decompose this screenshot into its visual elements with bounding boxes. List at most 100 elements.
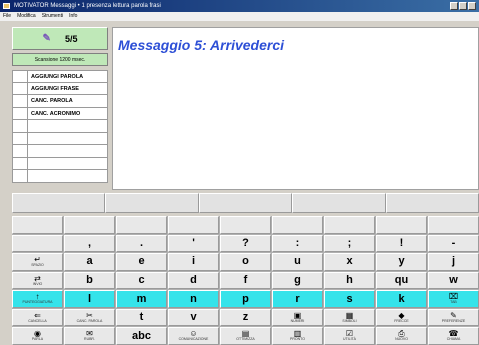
key-g[interactable]: g <box>272 271 323 290</box>
key-caption: Parla <box>31 337 44 342</box>
key-qu[interactable]: qu <box>376 271 427 290</box>
key-pronto[interactable]: ▥ Pronto <box>272 327 323 345</box>
command-row[interactable]: CANC. PAROLA <box>12 95 108 108</box>
key-w[interactable]: w <box>428 271 479 290</box>
window-controls <box>450 2 476 10</box>
command-row[interactable] <box>12 120 108 133</box>
key-spazio[interactable]: ↵ Spazio <box>12 253 63 271</box>
word-prediction-bar <box>12 193 479 213</box>
key-s[interactable]: s <box>324 290 375 308</box>
command-delete-acronym[interactable]: CANC. ACRONIMO <box>28 107 108 119</box>
key-preferenze[interactable]: ✎ Preferenze <box>428 308 479 327</box>
key-char: d <box>190 273 197 286</box>
key-v[interactable]: v <box>168 308 219 327</box>
key-nuovo[interactable]: ⎙ Nuovo <box>376 327 427 345</box>
command-row[interactable]: CANC. ACRONIMO <box>12 107 108 120</box>
key-caption: Canc. parola <box>76 318 103 323</box>
key-b[interactable]: b <box>64 271 115 290</box>
menu-strumenti[interactable]: Strumenti <box>42 12 63 21</box>
key-l[interactable]: l <box>64 290 115 308</box>
command-row[interactable]: AGGIUNGI PAROLA <box>12 70 108 83</box>
command-empty[interactable] <box>28 120 108 132</box>
command-row[interactable] <box>12 170 108 183</box>
key-ottimizza[interactable]: ▤ Ottimizza <box>220 327 271 345</box>
command-empty[interactable] <box>28 157 108 169</box>
prediction-cell[interactable] <box>292 193 386 213</box>
command-add-phrase[interactable]: AGGIUNGI FRASE <box>28 82 108 94</box>
menu-file[interactable]: File <box>3 12 11 21</box>
key-x[interactable]: x <box>324 253 375 271</box>
key-;[interactable]: ; <box>324 234 375 253</box>
key-char: y <box>398 255 405 268</box>
maximize-button[interactable] <box>459 2 467 10</box>
key-char: . <box>139 236 144 249</box>
key-d[interactable]: d <box>168 271 219 290</box>
key-z[interactable]: z <box>220 308 271 327</box>
menu-info[interactable]: Info <box>69 12 77 21</box>
key-rubr-[interactable]: ✉ Rubr. <box>64 327 115 345</box>
key-![interactable]: ! <box>376 234 427 253</box>
key-f[interactable]: f <box>220 271 271 290</box>
key-e[interactable]: e <box>116 253 167 271</box>
app-icon <box>3 3 10 9</box>
key-canc-parola[interactable]: ✂ Canc. parola <box>64 308 115 327</box>
prediction-cell[interactable] <box>198 193 293 213</box>
key-caption: Spazio <box>31 263 44 268</box>
key--[interactable]: - <box>428 234 479 253</box>
key-char: ? <box>242 236 249 249</box>
menu-bar: File Modifica Strumenti Info <box>0 12 479 21</box>
key-p[interactable]: p <box>220 290 271 308</box>
key-u[interactable]: u <box>272 253 323 271</box>
key-h[interactable]: h <box>324 271 375 290</box>
key-t[interactable]: t <box>116 308 167 327</box>
command-row[interactable]: AGGIUNGI FRASE <box>12 82 108 95</box>
key-o[interactable]: o <box>220 253 271 271</box>
menu-modifica[interactable]: Modifica <box>17 12 36 21</box>
key-char: : <box>295 236 300 249</box>
message-text-area[interactable]: Messaggio 5: Arrivederci <box>112 27 479 190</box>
key-n[interactable]: n <box>168 290 219 308</box>
key-tab[interactable]: ⌧ Tab <box>428 290 479 308</box>
minimize-button[interactable] <box>450 2 458 10</box>
key-:[interactable]: : <box>272 234 323 253</box>
key-abc[interactable]: abc <box>116 327 167 345</box>
key-?[interactable]: ? <box>220 234 271 253</box>
command-row[interactable] <box>12 157 108 170</box>
key-'[interactable]: ' <box>168 234 219 253</box>
key-blank[interactable] <box>12 234 63 253</box>
command-empty[interactable] <box>28 170 108 182</box>
command-empty[interactable] <box>28 132 108 144</box>
key-cancella[interactable]: ⇐ Cancella <box>12 308 63 327</box>
prediction-cell[interactable] <box>385 193 479 213</box>
command-delete-word[interactable]: CANC. PAROLA <box>28 95 108 107</box>
key-y[interactable]: y <box>376 253 427 271</box>
close-button[interactable] <box>468 2 476 10</box>
key-a[interactable]: a <box>64 253 115 271</box>
key-.[interactable]: . <box>116 234 167 253</box>
key-char: ; <box>347 236 352 249</box>
command-empty[interactable] <box>28 145 108 157</box>
key-i[interactable]: i <box>168 253 219 271</box>
key-frecce[interactable]: ◆ Frecce <box>376 308 427 327</box>
key-comunicazione[interactable]: ☺ Comunicazione <box>168 327 219 345</box>
key-parla[interactable]: ◉ Parla <box>12 327 63 345</box>
key-punteggiatura[interactable]: ↑ Punteggiatura <box>12 290 63 308</box>
key-utilit-[interactable]: ☑ Utilità <box>324 327 375 345</box>
command-row[interactable] <box>12 132 108 145</box>
key-m[interactable]: m <box>116 290 167 308</box>
key-k[interactable]: k <box>376 290 427 308</box>
prediction-cell[interactable] <box>12 193 106 213</box>
command-add-word[interactable]: AGGIUNGI PAROLA <box>28 71 108 82</box>
keyboard-blank-key <box>428 216 479 234</box>
key-invio[interactable]: ⇄ Invio <box>12 271 63 290</box>
key-r[interactable]: r <box>272 290 323 308</box>
key-simboli[interactable]: ▦ Simboli <box>324 308 375 327</box>
key-j[interactable]: j <box>428 253 479 271</box>
key-numeri[interactable]: ▣ Numeri <box>272 308 323 327</box>
key-chiama[interactable]: ☎ Chiama <box>428 327 479 345</box>
key-,[interactable]: , <box>64 234 115 253</box>
prediction-cell[interactable] <box>105 193 199 213</box>
key-c[interactable]: c <box>116 271 167 290</box>
command-row[interactable] <box>12 145 108 158</box>
key-caption: Utilità <box>342 337 357 342</box>
